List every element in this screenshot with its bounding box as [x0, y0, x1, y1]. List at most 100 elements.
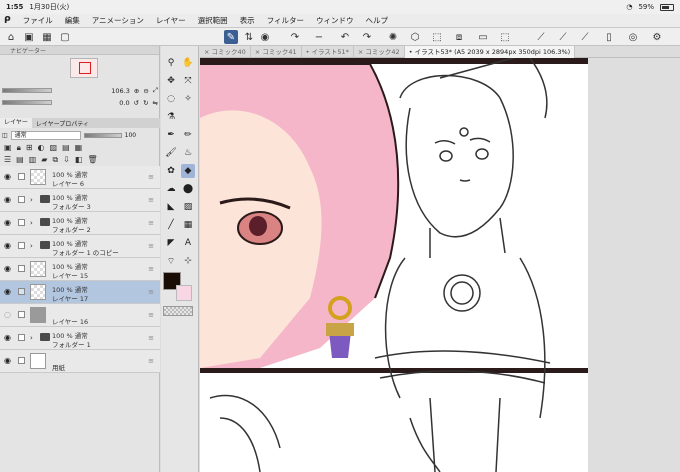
correct-line-icon[interactable]: ⊹ — [181, 254, 195, 268]
rotate-left-icon[interactable]: ↺ — [134, 99, 139, 107]
deselect-icon[interactable]: ⬚ — [430, 30, 444, 44]
layer-check[interactable] — [18, 311, 25, 318]
move-tool-icon[interactable]: ✥ — [164, 74, 178, 88]
opacity-slider[interactable] — [83, 132, 122, 138]
gradient-tool-icon[interactable]: ▨ — [181, 200, 195, 214]
drag-handle-icon[interactable]: ≡ — [148, 242, 154, 250]
decoration-icon[interactable]: ✿ — [164, 164, 178, 178]
home-icon[interactable]: ⌂ — [4, 30, 18, 44]
redo-icon[interactable]: ↷ — [288, 30, 302, 44]
eye-icon[interactable]: ◉ — [4, 218, 11, 227]
ruler3-icon[interactable]: ⟋ — [578, 30, 592, 44]
navigator-preview[interactable] — [70, 58, 98, 78]
record-icon[interactable]: ◉ — [258, 30, 272, 44]
clip-icon[interactable]: ▣ — [4, 143, 12, 153]
eye-hidden-icon[interactable]: ○ — [4, 310, 11, 319]
drag-handle-icon[interactable]: ≡ — [148, 219, 154, 227]
new-icon[interactable]: ▢ — [58, 30, 72, 44]
lasso-tool-icon[interactable]: ◌ — [164, 92, 178, 106]
layer-check[interactable] — [18, 196, 25, 203]
layer-row-1[interactable]: ◉ › 100 % 通常 フォルダー 3 ≡ — [0, 189, 160, 212]
layer-check[interactable] — [18, 242, 25, 249]
doc-tab-4-active[interactable]: • イラスト53* (A5 2039 x 2894px 350dpi 106.3… — [404, 46, 576, 58]
menu-view[interactable]: 表示 — [240, 15, 255, 26]
layer-check[interactable] — [18, 173, 25, 180]
menu-layer[interactable]: レイヤー — [156, 15, 186, 26]
lock-alpha-icon[interactable]: ▤ — [62, 143, 70, 153]
frame-tool-icon[interactable]: ▦ — [181, 218, 195, 232]
delete-layer-icon[interactable]: 🗑︎ — [87, 155, 97, 165]
balloon-tool-icon[interactable]: ⌔ — [164, 254, 178, 268]
layer-row-0[interactable]: ◉ 100 % 通常 レイヤー 6 ≡ — [0, 166, 160, 189]
eye-icon[interactable]: ◉ — [4, 195, 11, 204]
app-logo-icon[interactable]: ᑭ — [4, 16, 11, 26]
pen-mode-icon[interactable]: ✎ — [224, 30, 238, 44]
expand-arrow-icon[interactable]: › — [30, 196, 33, 204]
magic-wand-icon[interactable]: ✧ — [181, 92, 195, 106]
eye-icon[interactable]: ◉ — [4, 287, 11, 296]
minus-icon[interactable]: − — [312, 30, 326, 44]
zoom-out-icon[interactable]: ⊖ — [143, 87, 148, 95]
drag-handle-icon[interactable]: ≡ — [148, 265, 154, 273]
hand-tool-icon[interactable]: ✋ — [181, 56, 195, 70]
settings-icon[interactable]: ⚙ — [650, 30, 664, 44]
expand-arrow-icon[interactable]: › — [30, 334, 33, 342]
layer-row-2[interactable]: ◉ › 100 % 通常 フォルダー 2 ≡ — [0, 212, 160, 235]
flip-icon[interactable]: ⇋ — [153, 99, 158, 107]
copy-layer-icon[interactable]: ⧉ — [52, 155, 58, 165]
doc-tab-3[interactable]: × コミック42 — [354, 46, 405, 58]
fill-sel-icon[interactable]: ✺ — [386, 30, 400, 44]
layer-row-3[interactable]: ◉ › 100 % 通常 フォルダー 1 のコピー ≡ — [0, 235, 160, 258]
menu-animation[interactable]: アニメーション — [92, 15, 144, 26]
drag-handle-icon[interactable]: ≡ — [148, 357, 154, 365]
doc-tab-0[interactable]: × コミック40 — [200, 46, 251, 58]
ruler2-icon[interactable]: ⟋ — [556, 30, 570, 44]
rotate-slider[interactable] — [2, 100, 52, 105]
fit-icon[interactable]: ⤢ — [153, 86, 158, 95]
expand-arrow-icon[interactable]: › — [30, 219, 33, 227]
new-raster-icon[interactable]: ▤ — [16, 155, 24, 165]
drag-handle-icon[interactable]: ≡ — [148, 334, 154, 342]
layer-row-4[interactable]: ◉ 100 % 通常 レイヤー 15 ≡ — [0, 258, 160, 281]
menu-selection[interactable]: 選択範囲 — [198, 15, 228, 26]
doc-tab-1[interactable]: × コミック41 — [251, 46, 302, 58]
lock-icon[interactable]: 🔒︎ — [17, 143, 21, 153]
eye-icon[interactable]: ◉ — [4, 333, 11, 342]
blend-tool-icon[interactable]: ☁ — [164, 182, 178, 196]
menu-help[interactable]: ヘルプ — [366, 15, 389, 26]
new-vector-icon[interactable]: ▥ — [29, 155, 37, 165]
phone-icon[interactable]: ▯ — [602, 30, 616, 44]
eraser-tool-icon[interactable]: ◆ — [181, 164, 195, 178]
pen-tool-icon[interactable]: ✒ — [164, 128, 178, 142]
zoom-slider[interactable] — [2, 88, 52, 93]
drag-handle-icon[interactable]: ≡ — [148, 311, 154, 319]
drag-handle-icon[interactable]: ≡ — [148, 196, 154, 204]
eye-icon[interactable]: ◉ — [4, 264, 11, 273]
redo2-icon[interactable]: ↷ — [360, 30, 374, 44]
eye-icon[interactable]: ◉ — [4, 356, 11, 365]
eyedropper-icon[interactable]: ⚗ — [164, 110, 178, 124]
layer-check[interactable] — [18, 265, 25, 272]
ref-icon[interactable]: ⊞ — [26, 143, 33, 153]
undo-icon[interactable]: ↶ — [338, 30, 352, 44]
zoom-in-icon[interactable]: ⊕ — [134, 87, 139, 95]
select-all-icon[interactable]: ⬚ — [498, 30, 512, 44]
canvas-area[interactable] — [200, 58, 680, 472]
menu-file[interactable]: ファイル — [23, 15, 53, 26]
drag-handle-icon[interactable]: ≡ — [148, 288, 154, 296]
new-folder-icon[interactable]: ▰ — [41, 155, 47, 165]
layer-row-6[interactable]: ○ レイヤー 16 ≡ — [0, 304, 160, 327]
fill-tool-icon[interactable]: ⬤ — [181, 182, 195, 196]
compass-icon[interactable]: ◎ — [626, 30, 640, 44]
airbrush-icon[interactable]: ♨ — [181, 146, 195, 160]
ruler-tool-icon[interactable]: ◤ — [164, 236, 178, 250]
palette-icon[interactable]: ▨ — [50, 143, 58, 153]
zoom-tool-icon[interactable]: ⚲ — [164, 56, 178, 70]
menu-filter[interactable]: フィルター — [267, 15, 304, 26]
eye-icon[interactable]: ◉ — [4, 172, 11, 181]
layer-check[interactable] — [18, 334, 25, 341]
eye-icon[interactable]: ◉ — [4, 241, 11, 250]
mask-icon[interactable]: ◐ — [38, 143, 45, 153]
bucket-tool-icon[interactable]: ◣ — [164, 200, 178, 214]
tab-layer[interactable]: レイヤー — [0, 118, 32, 128]
